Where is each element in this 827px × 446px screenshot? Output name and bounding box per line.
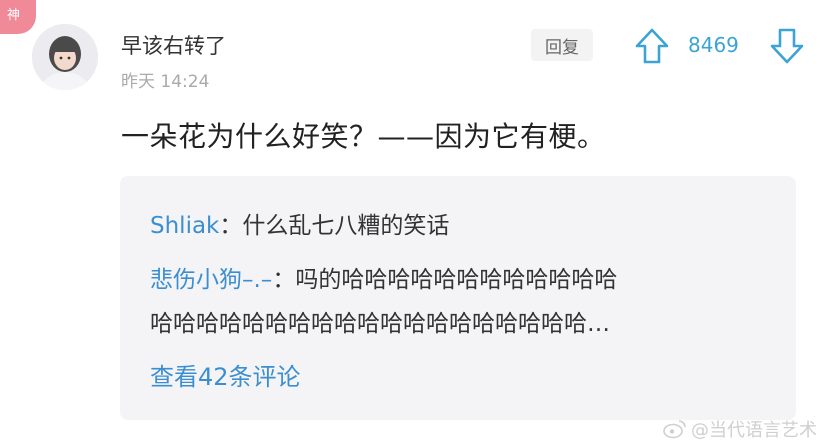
corner-badge-label: 神	[7, 8, 21, 23]
reply-separator: ：	[272, 267, 296, 293]
reply-button[interactable]: 回复	[531, 29, 593, 61]
reply-text-continuation: 哈哈哈哈哈哈哈哈哈哈哈哈哈哈哈哈哈哈哈…	[150, 304, 610, 338]
watermark: @当代语言艺术	[663, 416, 817, 442]
reply-author[interactable]: 悲伤小狗–.–	[150, 267, 272, 293]
corner-badge: 神	[0, 0, 36, 34]
reply-author[interactable]: Shliak	[150, 213, 219, 239]
weibo-logo-icon	[663, 420, 686, 439]
upvote-arrow-icon[interactable]	[633, 26, 671, 66]
reply-preview-box: Shliak：什么乱七八糟的笑话 悲伤小狗–.–：吗的哈哈哈哈哈哈哈哈哈哈哈哈 …	[120, 176, 796, 420]
reply-button-label: 回复	[545, 37, 579, 58]
avatar[interactable]	[32, 24, 98, 90]
reply-text: 什么乱七八糟的笑话	[242, 213, 450, 239]
reply-separator: ：	[219, 213, 243, 239]
comment-text: 一朵花为什么好笑？——因为它有梗。	[121, 120, 606, 153]
comment-timestamp: 昨天 14:24	[121, 72, 210, 92]
watermark-text: @当代语言艺术	[691, 420, 817, 441]
reply-item: 悲伤小狗–.–：吗的哈哈哈哈哈哈哈哈哈哈哈哈	[150, 260, 617, 294]
downvote-arrow-icon[interactable]	[768, 26, 806, 66]
view-more-comments-link[interactable]: 查看42条评论	[150, 357, 301, 392]
vote-count: 8469	[688, 33, 739, 57]
comment-username[interactable]: 早该右转了	[121, 30, 226, 60]
reply-text: 吗的哈哈哈哈哈哈哈哈哈哈哈哈	[295, 267, 618, 293]
reply-text: 哈哈哈哈哈哈哈哈哈哈哈哈哈哈哈哈哈哈哈…	[150, 311, 610, 337]
avatar-image	[32, 24, 98, 90]
reply-item: Shliak：什么乱七八糟的笑话	[150, 206, 449, 240]
